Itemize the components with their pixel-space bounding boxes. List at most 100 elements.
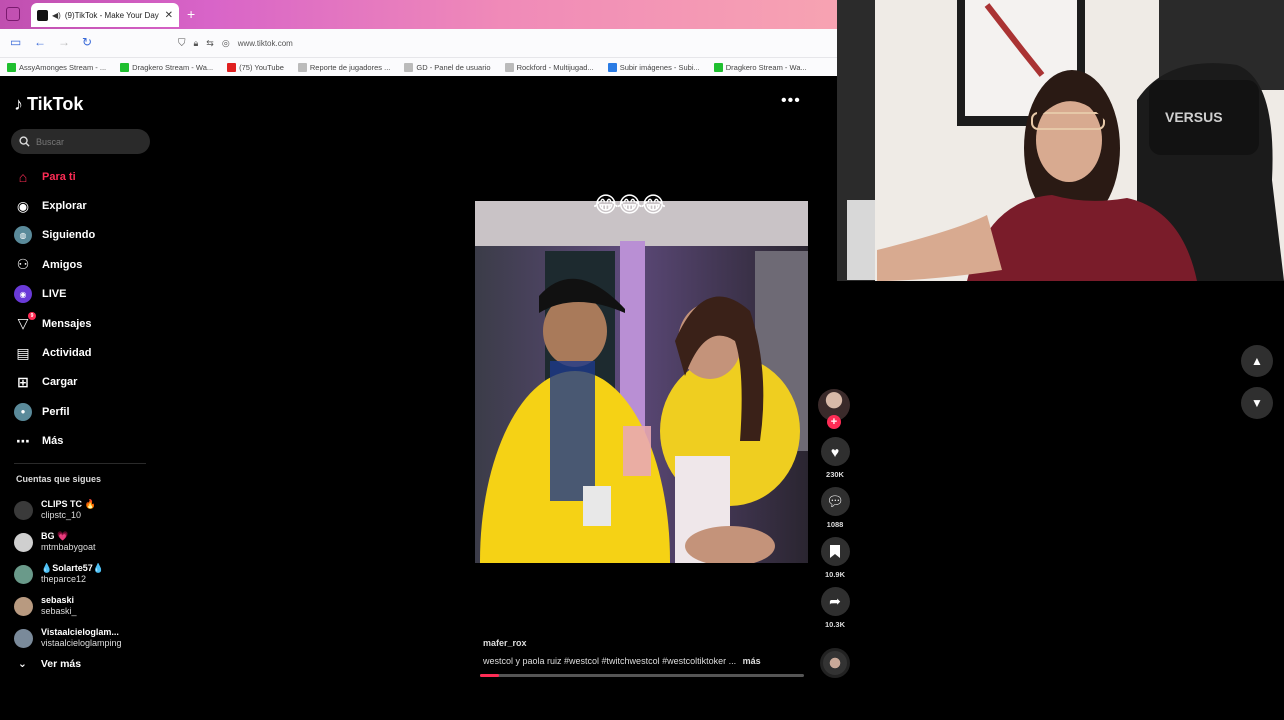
account-text: Vistaalcieloglam... vistaalcieloglamping [41, 627, 122, 649]
shield-icon[interactable]: ⛉ [178, 38, 186, 49]
bookmark-label: AssyAmonges Stream - ... [19, 62, 107, 72]
bookmark-item[interactable]: Dragkero Stream - Wa... [707, 62, 814, 72]
live-icon: ◉ [14, 285, 32, 304]
bookmark-item[interactable]: (75) YouTube [220, 62, 291, 72]
nav-item-following[interactable]: ◍ Siguiendo [14, 221, 154, 250]
camera-share-icon[interactable]: ◎ [222, 38, 230, 49]
bookmark-item[interactable]: Subir imágenes - Subi... [601, 62, 707, 72]
nav-item-friends[interactable]: ⚇ Amigos [14, 250, 154, 279]
bookmark-item[interactable]: Rockford - Multijugad... [498, 62, 601, 72]
heart-icon[interactable]: ♥ [820, 437, 850, 466]
avatar [14, 596, 33, 616]
workspaces-icon[interactable] [6, 7, 20, 21]
search-box[interactable] [11, 129, 150, 154]
more-options-icon[interactable]: ••• [781, 92, 801, 110]
account-text: sebaski sebaski_ [41, 595, 77, 617]
following-account[interactable]: CLIPS TC 🔥 clipstc_10 [14, 494, 159, 526]
close-tab-icon[interactable]: ✕ [165, 10, 173, 21]
reload-icon[interactable]: ↻ [82, 35, 92, 49]
search-input[interactable] [36, 136, 136, 147]
following-account[interactable]: 💧Solarte57💧 theparce12 [14, 558, 159, 590]
logo-text: TikTok [27, 94, 84, 114]
avatar [14, 500, 33, 520]
chevron-down-icon: ⌄ [18, 658, 27, 670]
video-progress-bar[interactable] [480, 674, 804, 677]
speaker-icon[interactable]: ◀) [52, 11, 61, 20]
forward-icon[interactable]: → [58, 35, 70, 49]
nav-item-upload[interactable]: ⊞ Cargar [14, 368, 154, 397]
new-tab-button[interactable]: + [187, 6, 195, 22]
account-text: BG 💗 mtmbabygoat [41, 531, 96, 553]
follow-plus-icon[interactable]: + [827, 415, 841, 429]
nav-item-profile[interactable]: ● Perfil [14, 397, 154, 426]
url-text[interactable]: www.tiktok.com [238, 39, 293, 48]
bookmark-item[interactable]: Dragkero Stream - Wa... [113, 62, 220, 72]
lock-icon[interactable]: 🔒︎ [194, 38, 199, 49]
nav-item-compass[interactable]: ◉ Explorar [14, 191, 154, 220]
tab-strip: ◀) (9)TikTok - Make Your Day ✕ + [0, 0, 837, 29]
bookmark-label: Reporte de jugadores ... [309, 62, 391, 72]
bookmark-item[interactable]: GD - Panel de usuario [397, 62, 497, 72]
account-username: mtmbabygoat [41, 542, 96, 552]
bookmark-favicon-icon [404, 62, 414, 72]
webcam-image: VERSUS [837, 0, 1284, 281]
profile-icon: ● [14, 402, 32, 421]
chair-brand-text: VERSUS [1165, 109, 1223, 125]
share-icon[interactable]: ➦ [820, 587, 850, 616]
tiktok-favicon-icon [37, 9, 48, 21]
following-account[interactable]: BG 💗 mtmbabygoat [14, 526, 159, 558]
account-text: CLIPS TC 🔥 clipstc_10 [41, 499, 96, 521]
previous-video-button[interactable]: ▲ [1241, 345, 1273, 377]
bookmark-favicon-icon [297, 62, 307, 72]
video-progress-fill [480, 674, 500, 677]
nav-item-activity[interactable]: ▤ Actividad [14, 338, 154, 367]
nav-item-more[interactable]: ⋯ Más [14, 427, 154, 456]
nav-label: Siguiendo [42, 229, 96, 242]
navigation-bar: ▭ ← → ↻ ⛉ 🔒︎ ⇆ ◎ www.tiktok.com [0, 29, 837, 57]
account-name: sebaski [41, 595, 75, 605]
video-emoji-overlay: 😂😂😂 [593, 192, 666, 217]
account-name: Vistaalcieloglam... [41, 627, 119, 637]
bookmark-item[interactable]: Reporte de jugadores ... [291, 62, 397, 72]
friends-icon: ⚇ [16, 256, 30, 273]
account-text: 💧Solarte57💧 theparce12 [41, 563, 104, 585]
nav-item-messages[interactable]: ▽ 9 Mensajes [14, 309, 154, 338]
caption-more-link[interactable]: más [743, 656, 761, 666]
address-bar[interactable]: ⛉ 🔒︎ ⇆ ◎ www.tiktok.com [178, 33, 829, 53]
bookmark-item[interactable]: AssyAmonges Stream - ... [0, 62, 113, 72]
back-icon[interactable]: ← [34, 35, 46, 49]
creator-avatar[interactable]: + [818, 389, 850, 429]
caption-text: westcol y paola ruiz #westcol #twitchwes… [483, 656, 737, 666]
divider [14, 463, 146, 464]
main-nav: ⌂ Para ti ◉ Explorar ◍ Siguiendo ⚇ Amigos ◉ LIVE ▽… [14, 162, 154, 456]
video-author[interactable]: mafer_rox [483, 638, 527, 648]
following-account[interactable]: Vistaalcieloglam... vistaalcieloglamping [14, 622, 159, 654]
avatar [14, 532, 33, 552]
upload-icon: ⊞ [17, 373, 29, 390]
sidebar-toggle-icon[interactable]: ▭ [10, 35, 21, 49]
comment-icon[interactable]: 💬︎ [820, 487, 850, 516]
following-account[interactable]: sebaski sebaski_ [14, 590, 159, 622]
permissions-icon[interactable]: ⇆ [206, 38, 214, 49]
browser-chrome: ◀) (9)TikTok - Make Your Day ✕ + ▭ ← → ↻… [0, 0, 837, 76]
browser-tab[interactable]: ◀) (9)TikTok - Make Your Day ✕ [31, 3, 179, 27]
bookmark-label: Rockford - Multijugad... [516, 62, 594, 72]
webcam-overlay: VERSUS [837, 0, 1284, 281]
nav-item-home[interactable]: ⌂ Para ti [14, 162, 154, 191]
bookmark-icon[interactable] [820, 537, 850, 566]
screen: ◀) (9)TikTok - Make Your Day ✕ + ▭ ← → ↻… [0, 0, 1284, 720]
save-count: 10.9K [824, 570, 845, 579]
account-username: clipstc_10 [41, 510, 82, 520]
music-disc-icon[interactable] [820, 648, 850, 678]
see-more-button[interactable]: ⌄ Ver más [18, 658, 81, 670]
next-video-button[interactable]: ▼ [1241, 387, 1273, 419]
tiktok-page: ♪ TikTok ••• ⌂ Para ti ◉ Explorar ◍ Siguiendo… [0, 76, 850, 720]
nav-item-live[interactable]: ◉ LIVE [14, 280, 154, 309]
bookmark-favicon-icon [607, 62, 617, 72]
tiktok-logo[interactable]: ♪ TikTok [14, 94, 83, 115]
share-action: ➦ 10.3K [818, 587, 852, 629]
home-icon: ⌂ [18, 168, 28, 185]
comment-action: 💬︎ 1088 [818, 487, 852, 529]
video-player[interactable] [475, 201, 808, 563]
bookmark-favicon-icon [227, 62, 237, 72]
